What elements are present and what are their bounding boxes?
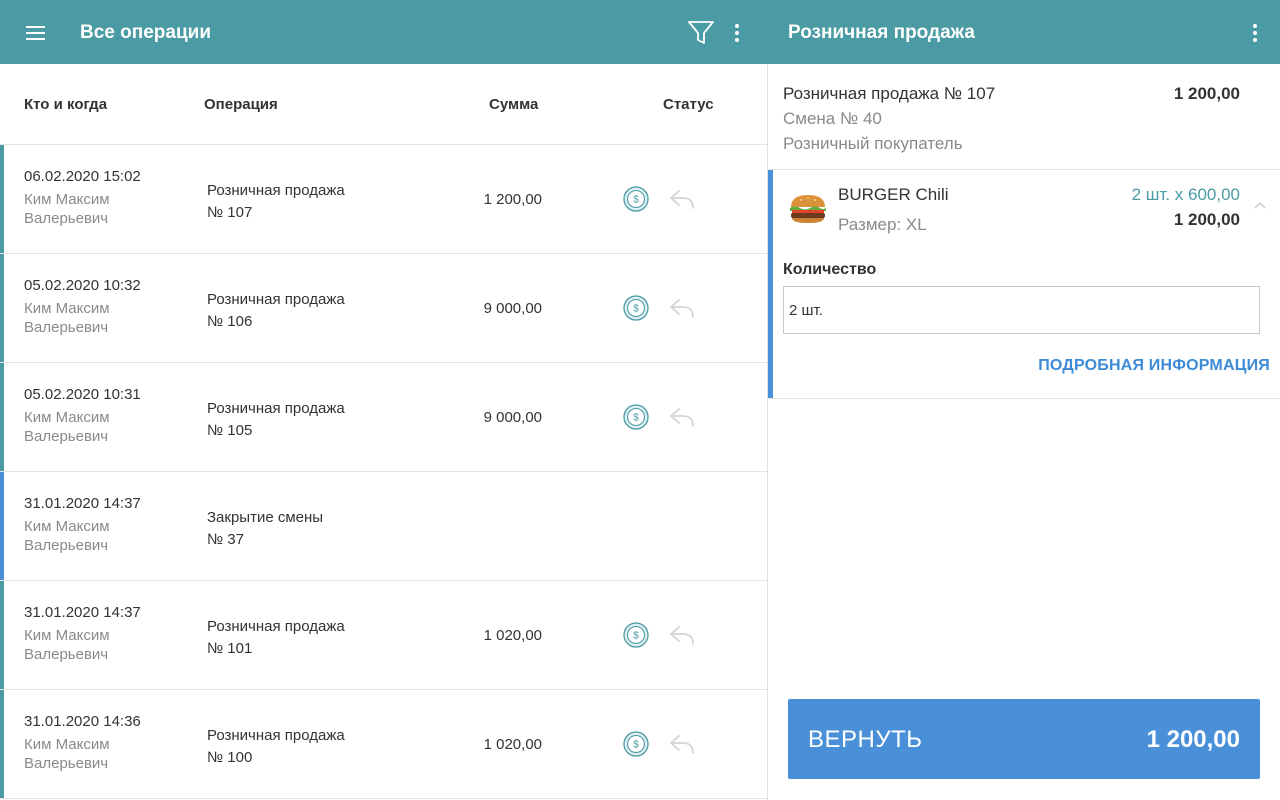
row-accent-bar bbox=[0, 254, 4, 362]
cash-coin-icon: $ bbox=[623, 622, 649, 648]
column-header-operation[interactable]: Операция bbox=[204, 64, 278, 145]
operation-name: Розничная продажа № 105 bbox=[207, 398, 407, 442]
operation-datetime: 06.02.2020 15:02 bbox=[24, 168, 141, 185]
operation-title: Розничная продажа bbox=[207, 727, 345, 744]
operator-name: Ким Максим Валерьевич bbox=[24, 191, 110, 227]
operation-sum: 1 020,00 bbox=[483, 627, 542, 644]
operation-datetime: 31.01.2020 14:36 bbox=[24, 713, 141, 730]
operation-number: № 101 bbox=[207, 640, 253, 657]
row-accent-bar bbox=[0, 690, 4, 798]
chevron-up-icon[interactable] bbox=[1252, 198, 1268, 214]
detail-title: Розничная продажа bbox=[788, 22, 975, 43]
cash-coin-icon: $ bbox=[623, 404, 649, 430]
table-row[interactable]: 31.01.2020 14:37 Ким Максим Валерьевич Зак… bbox=[0, 472, 767, 581]
operation-number: № 37 bbox=[207, 531, 244, 548]
svg-text:$: $ bbox=[633, 740, 639, 751]
filter-funnel-icon[interactable] bbox=[686, 19, 716, 47]
more-vertical-icon[interactable] bbox=[731, 22, 743, 44]
item-total: 1 200,00 bbox=[1173, 210, 1240, 229]
detail-app-bar: Розничная продажа bbox=[768, 0, 1280, 64]
operation-datetime: 05.02.2020 10:31 bbox=[24, 386, 141, 403]
operation-title: Розничная продажа bbox=[207, 182, 345, 199]
quantity-label: Количество bbox=[783, 261, 877, 278]
operation-title: Розничная продажа bbox=[207, 400, 345, 417]
hamburger-menu-icon[interactable] bbox=[22, 22, 50, 44]
column-header-sum[interactable]: Сумма bbox=[489, 64, 538, 145]
operation-sum: 1 200,00 bbox=[483, 191, 542, 208]
sale-total: 1 200,00 bbox=[1173, 84, 1240, 103]
table-row[interactable]: 06.02.2020 15:02 Ким Максим Валерьевич Роз… bbox=[0, 145, 767, 254]
svg-text:$: $ bbox=[633, 195, 639, 206]
burger-image-icon bbox=[787, 192, 829, 226]
cash-coin-icon: $ bbox=[623, 731, 649, 757]
table-header: Кто и когда Операция Сумма Статус bbox=[0, 64, 767, 145]
operation-title: Закрытие смены bbox=[207, 509, 324, 526]
operator-name: Ким Максим Валерьевич bbox=[24, 409, 110, 445]
operation-datetime: 05.02.2020 10:32 bbox=[24, 277, 141, 294]
row-accent-bar bbox=[0, 363, 4, 471]
operation-name: Розничная продажа № 107 bbox=[207, 180, 407, 224]
operator-name: Ким Максим Валерьевич bbox=[24, 300, 110, 336]
operation-number: № 100 bbox=[207, 749, 253, 766]
table-row[interactable]: 31.01.2020 14:36 Ким Максим Валерьевич Роз… bbox=[0, 690, 767, 799]
shift-number: Смена № 40 bbox=[783, 109, 882, 128]
table-row[interactable]: 31.01.2020 14:37 Ким Максим Валерьевич Роз… bbox=[0, 581, 767, 690]
selection-indicator bbox=[768, 170, 773, 398]
row-accent-bar bbox=[0, 581, 4, 689]
operation-datetime: 31.01.2020 14:37 bbox=[24, 495, 141, 512]
column-header-who-when[interactable]: Кто и когда bbox=[24, 64, 107, 145]
operation-number: № 106 bbox=[207, 313, 253, 330]
quantity-field[interactable] bbox=[783, 286, 1260, 334]
sale-item: BURGER Chili Размер: XL 2 шт. x 600,00 1… bbox=[768, 170, 1280, 399]
operation-name: Розничная продажа № 101 bbox=[207, 616, 407, 660]
operation-sum: 1 020,00 bbox=[483, 736, 542, 753]
operation-name: Розничная продажа № 106 bbox=[207, 289, 407, 333]
cash-coin-icon: $ bbox=[623, 295, 649, 321]
operation-sum: 9 000,00 bbox=[483, 300, 542, 317]
item-size: Размер: XL bbox=[838, 215, 927, 234]
return-reply-icon[interactable] bbox=[668, 406, 696, 428]
operations-app-bar: Все операции bbox=[0, 0, 768, 64]
operation-title: Розничная продажа bbox=[207, 291, 345, 308]
operations-panel: Все операции Кто и когда Операция Сумма … bbox=[0, 0, 768, 800]
return-button[interactable]: ВЕРНУТЬ 1 200,00 bbox=[788, 699, 1260, 779]
item-name: BURGER Chili bbox=[838, 185, 949, 204]
operation-detail-panel: Розничная продажа Розничная продажа № 10… bbox=[768, 0, 1280, 800]
operation-sum: 9 000,00 bbox=[483, 409, 542, 426]
operation-datetime: 31.01.2020 14:37 bbox=[24, 604, 141, 621]
row-accent-bar bbox=[0, 472, 4, 580]
operation-number: № 107 bbox=[207, 204, 253, 221]
operator-name: Ким Максим Валерьевич bbox=[24, 518, 110, 554]
more-vertical-icon[interactable] bbox=[1249, 22, 1261, 44]
page-title: Все операции bbox=[80, 22, 211, 43]
more-info-link[interactable]: ПОДРОБНАЯ ИНФОРМАЦИЯ bbox=[1038, 357, 1270, 375]
operation-title: Розничная продажа bbox=[207, 618, 345, 635]
operator-name: Ким Максим Валерьевич bbox=[24, 736, 110, 772]
row-accent-bar bbox=[0, 145, 4, 253]
svg-text:$: $ bbox=[633, 304, 639, 315]
buyer-name: Розничный покупатель bbox=[783, 134, 963, 153]
table-row[interactable]: 05.02.2020 10:31 Ким Максим Валерьевич Роз… bbox=[0, 363, 767, 472]
return-button-sum: 1 200,00 bbox=[1146, 726, 1240, 753]
return-button-label: ВЕРНУТЬ bbox=[808, 726, 923, 753]
column-header-status[interactable]: Статус bbox=[663, 64, 714, 145]
return-reply-icon[interactable] bbox=[668, 188, 696, 210]
operator-name: Ким Максим Валерьевич bbox=[24, 627, 110, 663]
operation-name: Закрытие смены № 37 bbox=[207, 507, 407, 551]
operation-name: Розничная продажа № 100 bbox=[207, 725, 407, 769]
operation-number: № 105 bbox=[207, 422, 253, 439]
item-quantity-price: 2 шт. x 600,00 bbox=[1131, 185, 1240, 204]
sale-summary: Розничная продажа № 107 1 200,00 Смена №… bbox=[768, 64, 1280, 170]
svg-text:$: $ bbox=[633, 413, 639, 424]
svg-text:$: $ bbox=[633, 631, 639, 642]
operations-list: 06.02.2020 15:02 Ким Максим Валерьевич Роз… bbox=[0, 145, 767, 799]
return-reply-icon[interactable] bbox=[668, 624, 696, 646]
table-row[interactable]: 05.02.2020 10:32 Ким Максим Валерьевич Роз… bbox=[0, 254, 767, 363]
cash-coin-icon: $ bbox=[623, 186, 649, 212]
return-reply-icon[interactable] bbox=[668, 297, 696, 319]
sale-title: Розничная продажа № 107 bbox=[783, 84, 996, 103]
return-reply-icon[interactable] bbox=[668, 733, 696, 755]
